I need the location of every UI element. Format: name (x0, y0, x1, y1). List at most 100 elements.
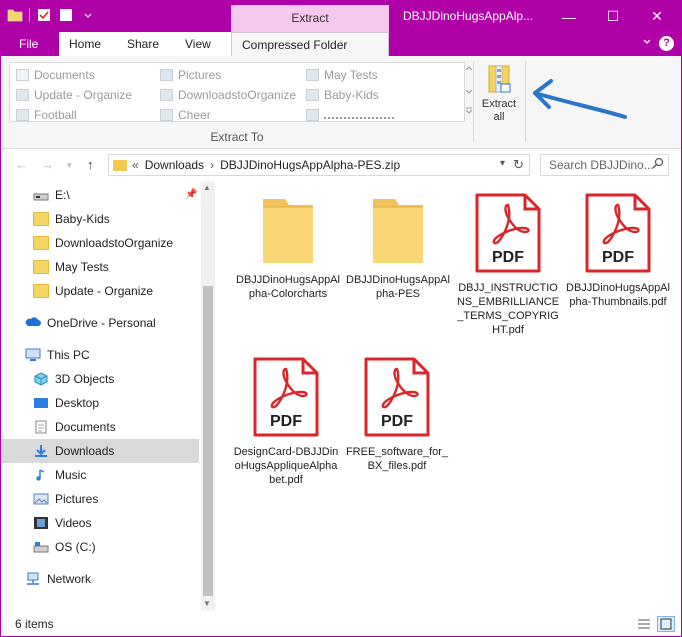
onedrive-icon (25, 316, 41, 330)
extract-location-baby-kids[interactable]: Baby-Kids (306, 86, 379, 104)
extract-location-label: Cheer (178, 108, 211, 122)
extract-location-label: Update - Organize (34, 88, 133, 102)
qat-divider (29, 8, 30, 22)
file-item-pdf[interactable]: PDF FREE_software_for_BX_files.pdf (342, 355, 452, 473)
pin-icon[interactable]: 📌 (185, 189, 197, 200)
nav-item-baby-kids[interactable]: Baby-Kids (1, 207, 199, 231)
file-name: DBJJDinoHugsAppAlpha-PES (346, 274, 450, 300)
nav-item-downloadstoorganize[interactable]: DownloadstoOrganize (1, 231, 199, 255)
nav-item-may-tests[interactable]: May Tests (1, 255, 199, 279)
tab-file[interactable]: File (9, 32, 48, 56)
back-arrow-icon[interactable]: ← (15, 157, 28, 172)
large-icons-view-icon[interactable] (657, 616, 675, 632)
extract-location-label: Pictures (178, 68, 222, 82)
search-icon (652, 155, 664, 175)
refresh-icon[interactable]: ↻ (513, 157, 524, 173)
nav-item-label: OS (C:) (55, 540, 96, 554)
nav-item-music[interactable]: Music (1, 463, 199, 487)
file-item-folder[interactable]: DBJJDinoHugsAppAlpha-Colorcharts (233, 193, 343, 301)
nav-item-this-pc[interactable]: This PC (1, 343, 199, 367)
file-item-pdf[interactable]: PDF DBJJ_INSTRUCTIONS_EMBRILLIANCE_TERMS… (453, 191, 563, 337)
extract-all-button[interactable]: Extract all (477, 62, 521, 132)
nav-item-onedrive[interactable]: OneDrive - Personal (1, 311, 199, 335)
extract-location-cheer[interactable]: Cheer (160, 106, 211, 124)
folder-icon[interactable] (7, 7, 23, 23)
address-overflow[interactable]: « (132, 158, 139, 172)
extract-location-downloadstoorganize[interactable]: DownloadstoOrganize (160, 86, 296, 104)
nav-item-documents[interactable]: Documents (1, 415, 199, 439)
extract-location-label: Baby-Kids (324, 88, 379, 102)
folder-icon (16, 89, 29, 101)
quick-access-toolbar (7, 7, 96, 23)
pdf-file-icon: PDF (251, 355, 321, 439)
folder-icon (160, 89, 173, 101)
nav-item-label: May Tests (55, 260, 109, 274)
help-icon[interactable]: ? (659, 36, 674, 51)
redacted-scribble (324, 111, 394, 119)
folder-icon (33, 260, 49, 274)
item-count: 6 items (15, 617, 54, 631)
nav-item-update-organize[interactable]: Update - Organize (1, 279, 199, 303)
nav-item-pictures[interactable]: Pictures (1, 487, 199, 511)
nav-item-label: 3D Objects (55, 372, 115, 386)
chevron-down-icon[interactable]: ▾ (500, 158, 505, 169)
extract-location-redacted[interactable] (306, 106, 394, 124)
nav-item-label: Network (47, 572, 92, 586)
recent-locations-icon[interactable]: ▾ (67, 160, 72, 171)
minimize-button[interactable]: — (547, 1, 591, 32)
folder-icon (306, 69, 319, 81)
title-bar: Extract DBJJDinoHugsAppAlp... — ☐ ✕ (1, 1, 681, 32)
nav-item-downloads[interactable]: Downloads (1, 439, 199, 463)
nav-item-os-c[interactable]: OS (C:) (1, 535, 199, 559)
address-bar[interactable]: « Downloads › DBJJDinoHugsAppAlpha-PES.z… (108, 154, 530, 176)
chevron-down-icon[interactable] (80, 7, 96, 23)
os-drive-icon (33, 540, 49, 554)
ribbon-expand-icon[interactable] (642, 36, 652, 46)
search-input[interactable]: Search DBJJDino... (540, 154, 669, 176)
extract-location-documents[interactable]: Documents (16, 66, 95, 84)
extract-location-update-organize[interactable]: Update - Organize (16, 86, 132, 104)
nav-item-label: E:\ (55, 188, 70, 202)
details-view-icon[interactable] (635, 616, 653, 632)
gallery-scroll[interactable] (465, 62, 473, 122)
tab-home[interactable]: Home (59, 32, 117, 56)
file-name: DBJJ_INSTRUCTIONS_EMBRILLIANCE_TERMS_COP… (456, 282, 560, 336)
tab-compressed-folder-tools[interactable]: Compressed Folder Tools (231, 32, 389, 76)
nav-item-label: Update - Organize (55, 284, 154, 298)
nav-item-network[interactable]: Network (1, 567, 199, 591)
tab-view[interactable]: View (175, 32, 231, 56)
extract-location-pictures[interactable]: Pictures (160, 66, 221, 84)
scroll-down-icon[interactable]: ▼ (203, 599, 211, 608)
folder-icon (113, 159, 127, 171)
nav-scrollbar[interactable]: ▲ ▼ (201, 181, 215, 611)
extract-location-may-tests[interactable]: May Tests (306, 66, 378, 84)
explorer-window: Extract DBJJDinoHugsAppAlp... — ☐ ✕ File… (0, 0, 682, 637)
forward-arrow-icon[interactable]: → (41, 157, 54, 172)
folder-icon (306, 109, 319, 121)
nav-item-e-drive[interactable]: E:\ (1, 183, 199, 207)
extract-location-football[interactable]: Football (16, 106, 77, 124)
properties-icon[interactable] (36, 7, 52, 23)
scroll-up-icon[interactable]: ▲ (203, 183, 211, 192)
extract-all-label-line1: Extract (481, 98, 517, 110)
breadcrumb-downloads[interactable]: Downloads (145, 158, 204, 172)
file-item-pdf[interactable]: PDF DBJJDinoHugsAppAlpha-Thumbnails.pdf (563, 191, 673, 309)
tab-share[interactable]: Share (117, 32, 175, 56)
nav-item-videos[interactable]: Videos (1, 511, 199, 535)
nav-scrollbar-thumb[interactable] (203, 286, 213, 596)
nav-item-3d-objects[interactable]: 3D Objects (1, 367, 199, 391)
pdf-file-icon: PDF (473, 191, 543, 275)
documents-icon (16, 69, 29, 81)
address-row: ← → ▾ ↑ « Downloads › DBJJDinoHugsAppAlp… (1, 149, 681, 181)
file-item-pdf[interactable]: PDF DesignCard-DBJJDinoHugsAppliqueAlpha… (231, 355, 341, 487)
file-name: DesignCard-DBJJDinoHugsAppliqueAlphabet.… (233, 446, 339, 486)
nav-item-desktop[interactable]: Desktop (1, 391, 199, 415)
status-bar: 6 items (1, 613, 681, 636)
close-button[interactable]: ✕ (635, 1, 679, 32)
new-folder-icon[interactable] (58, 7, 74, 23)
folder-icon (33, 212, 49, 226)
maximize-button[interactable]: ☐ (591, 1, 635, 32)
file-item-folder[interactable]: DBJJDinoHugsAppAlpha-PES (343, 193, 453, 301)
up-arrow-icon[interactable]: ↑ (87, 157, 94, 172)
breadcrumb-zip[interactable]: DBJJDinoHugsAppAlpha-PES.zip (220, 158, 400, 172)
